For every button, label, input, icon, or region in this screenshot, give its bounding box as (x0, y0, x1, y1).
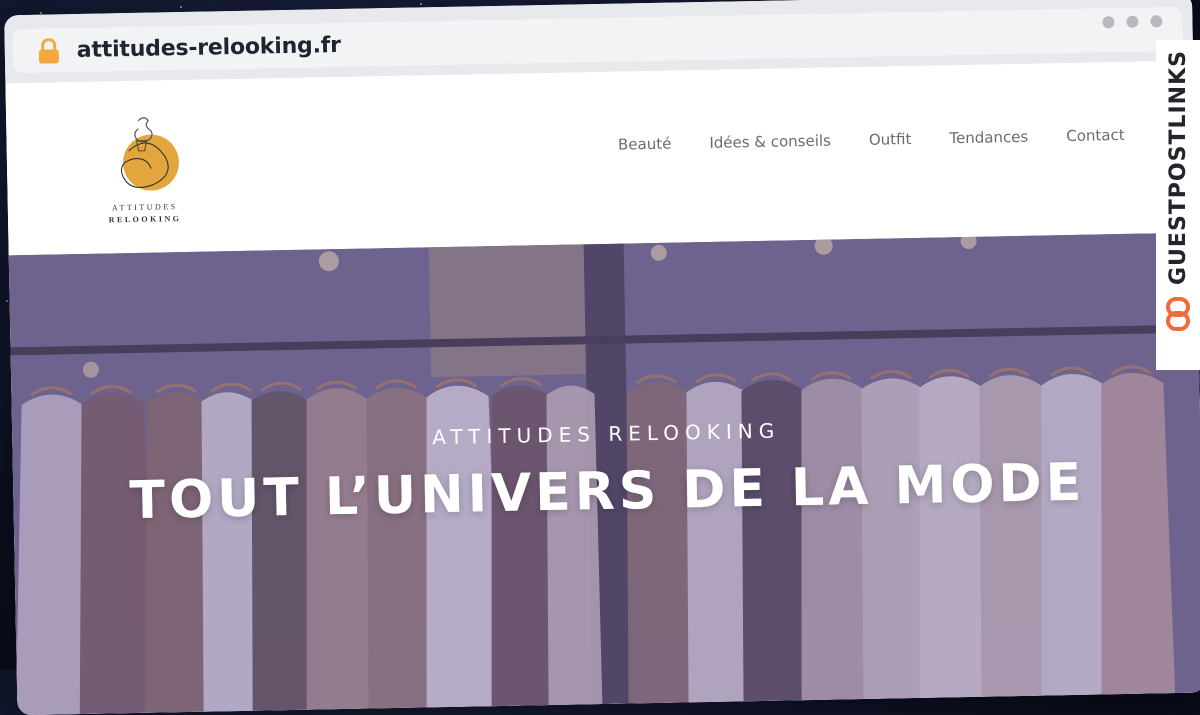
site-logo[interactable]: ATTITUDES RELOOKING (98, 110, 190, 232)
logo-line-1: ATTITUDES (111, 202, 178, 213)
watermark-text: GUESTPOSTLINKS (1165, 50, 1191, 285)
main-nav: Beauté Idées & conseils Outfit Tendances… (618, 126, 1125, 154)
nav-beaute[interactable]: Beauté (618, 135, 672, 154)
nav-contact[interactable]: Contact (1066, 126, 1125, 145)
nav-outfit[interactable]: Outfit (869, 130, 912, 149)
logo-line-2: RELOOKING (108, 214, 182, 225)
logo-graphic (120, 117, 179, 191)
hero-banner: ATTITUDES RELOOKING TOUT L’UNIVERS DE LA… (8, 232, 1200, 715)
site-header: ATTITUDES RELOOKING Beauté Idées & conse… (5, 60, 1197, 256)
nav-tendances[interactable]: Tendances (949, 128, 1028, 148)
lock-icon (38, 38, 59, 64)
nav-idees-conseils[interactable]: Idées & conseils (709, 132, 831, 152)
window-controls (1102, 15, 1163, 29)
url-text[interactable]: attitudes-relooking.fr (77, 33, 341, 63)
window-dot-icon[interactable] (1102, 16, 1115, 29)
watermark-badge: GUESTPOSTLINKS (1156, 40, 1200, 370)
window-dot-icon[interactable] (1126, 15, 1139, 28)
window-dot-icon[interactable] (1150, 15, 1163, 28)
browser-window: attitudes-relooking.fr ATTITUDES RELOOKI… (4, 0, 1200, 715)
link-icon (1166, 297, 1190, 331)
website: ATTITUDES RELOOKING Beauté Idées & conse… (5, 60, 1200, 715)
